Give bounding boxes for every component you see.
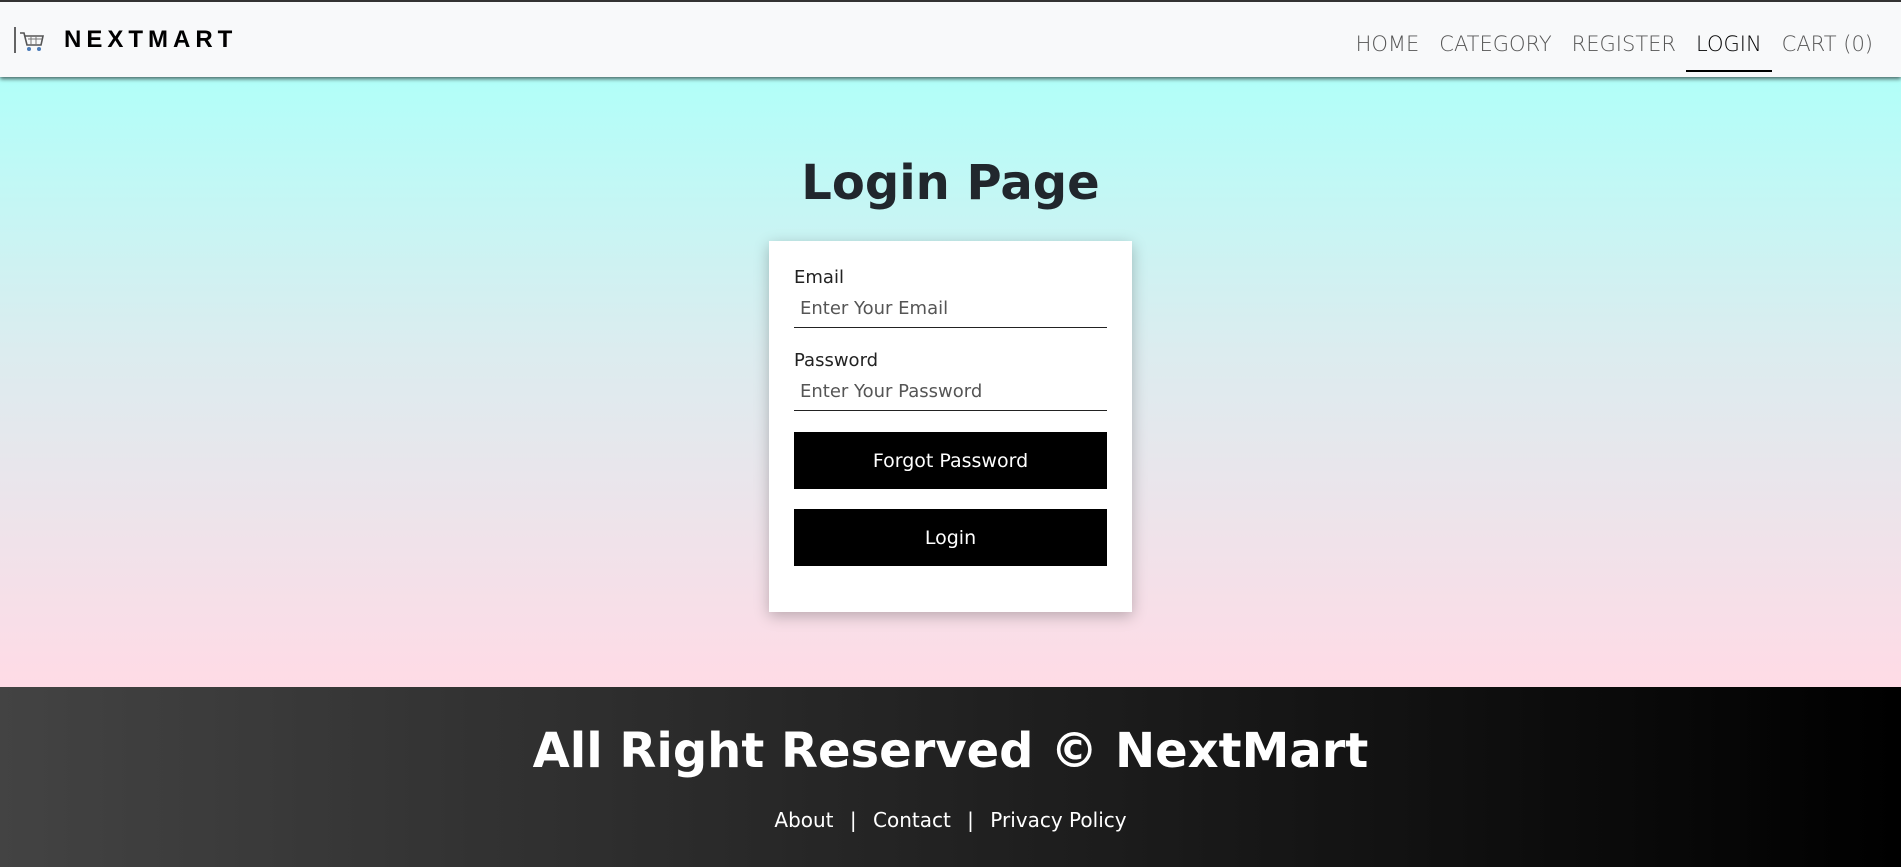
password-input[interactable] (794, 373, 1107, 411)
nav-register-link[interactable]: REGISTER (1562, 8, 1686, 72)
login-button[interactable]: Login (794, 509, 1107, 566)
brand-name: NEXTMART (64, 26, 238, 53)
email-input[interactable] (794, 290, 1107, 328)
brand-link[interactable]: NEXTMART (14, 25, 237, 55)
navbar: NEXTMART HOME CATEGORY REGISTER LOGIN CA… (0, 0, 1901, 77)
footer-privacy-link[interactable]: Privacy Policy (990, 808, 1126, 832)
main-content: Login Page Email Password Forgot Passwor… (0, 77, 1901, 687)
login-form: Email Password Forgot Password Login (769, 241, 1132, 612)
footer-separator: | (849, 808, 857, 832)
forgot-password-button[interactable]: Forgot Password (794, 432, 1107, 489)
nav-links: HOME CATEGORY REGISTER LOGIN CART (0) (1346, 2, 1883, 77)
page-title: Login Page (801, 155, 1100, 211)
footer: All Right Reserved © NextMart About | Co… (0, 687, 1901, 867)
nav-category-link[interactable]: CATEGORY (1429, 8, 1561, 72)
nav-cart-link[interactable]: CART (0) (1772, 8, 1883, 72)
footer-separator: | (967, 808, 974, 832)
shopping-cart-icon (14, 25, 46, 55)
password-label: Password (794, 350, 879, 371)
footer-links: About | Contact | Privacy Policy (0, 808, 1901, 832)
nav-home-link[interactable]: HOME (1346, 8, 1430, 72)
footer-about-link[interactable]: About (774, 808, 833, 832)
footer-title: All Right Reserved © NextMart (532, 723, 1369, 779)
nav-login-link[interactable]: LOGIN (1686, 8, 1772, 72)
footer-contact-link[interactable]: Contact (873, 808, 951, 832)
email-label: Email (794, 267, 844, 288)
